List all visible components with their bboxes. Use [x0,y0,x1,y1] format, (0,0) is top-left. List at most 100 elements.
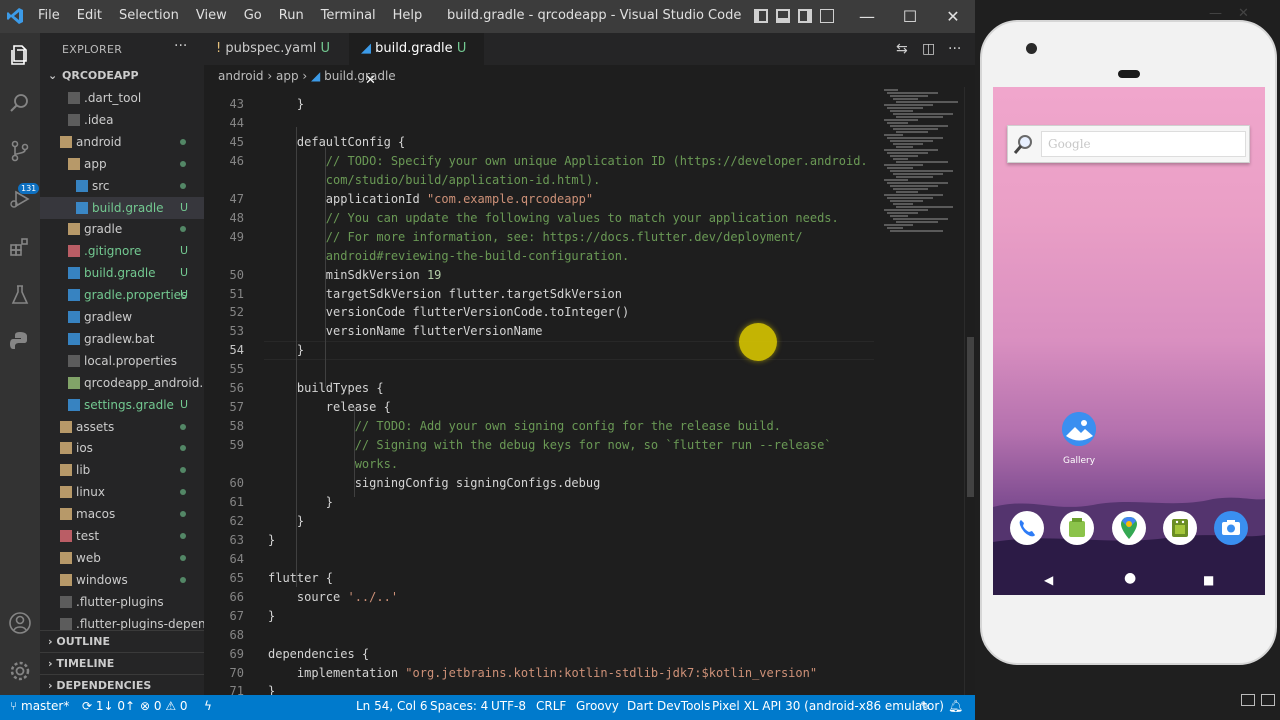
explorer-item[interactable]: linux [40,481,204,503]
breadcrumb-file[interactable]: build.gradle [324,69,396,83]
code-line[interactable]: 50 minSdkVersion 19 [204,266,884,285]
emulator-keyboard-icon[interactable] [1241,694,1255,706]
explorer-item[interactable]: settings.gradle U [40,394,204,416]
indentation[interactable]: Spaces: 4 [430,699,488,713]
explorer-item[interactable]: src [40,175,204,197]
split-editor-icon[interactable]: ◫ [922,41,935,57]
code-line[interactable]: 54 } [204,341,884,361]
feedback-icon[interactable]: ✎ [920,699,930,713]
menu-file[interactable]: File [38,8,60,23]
encoding[interactable]: UTF-8 [491,699,526,713]
more-actions-icon[interactable]: ··· [174,38,187,54]
account-icon[interactable] [8,611,32,635]
search-icon[interactable] [8,91,32,115]
code-line[interactable]: 61 } [204,493,884,512]
timeline-section[interactable]: › TIMELINE [40,652,204,674]
extensions-icon[interactable] [8,235,32,259]
explorer-item[interactable]: local.properties [40,350,204,372]
outline-section[interactable]: › OUTLINE [40,630,204,652]
run-debug-icon[interactable] [8,187,32,211]
source-control-icon[interactable] [8,139,32,163]
python-icon[interactable] [8,329,32,353]
gallery-app-icon[interactable] [1062,412,1096,446]
breadcrumb-android[interactable]: android [218,69,264,83]
code-line[interactable]: 70 implementation "org.jetbrains.kotlin:… [204,664,884,683]
workspace-root[interactable]: ⌄ QRCODEAPP [40,65,204,87]
code-line[interactable]: 52 versionCode flutterVersionCode.toInte… [204,303,884,322]
android-icon[interactable] [1163,511,1197,545]
open-changes-icon[interactable]: ⇆ [896,41,908,57]
dependencies-section[interactable]: › DEPENDENCIES [40,674,204,696]
lightning-icon[interactable]: ϟ [204,699,212,713]
code-line[interactable]: 60 signingConfig signingConfigs.debug [204,474,884,493]
menu-run[interactable]: Run [279,8,304,23]
messages-icon[interactable] [1060,511,1094,545]
explorer-item[interactable]: macos [40,503,204,525]
explorer-item[interactable]: build.gradle U [40,262,204,284]
code-line[interactable]: 51 targetSdkVersion flutter.targetSdkVer… [204,285,884,304]
menu-view[interactable]: View [196,8,227,23]
explorer-item[interactable]: gradle [40,218,204,240]
toggle-secondary-sidebar-icon[interactable] [798,9,812,23]
code-line[interactable]: 58 // TODO: Add your own signing config … [204,417,884,436]
menu-edit[interactable]: Edit [77,8,102,23]
breadcrumb-app[interactable]: app [276,69,299,83]
minimap[interactable] [882,87,964,237]
code-line[interactable]: 47 applicationId "com.example.qrcodeapp" [204,190,884,209]
sync-indicator[interactable]: ⟳ 1↓ 0↑ [82,699,135,713]
code-line[interactable]: 48 // You can update the following value… [204,209,884,228]
code-line[interactable]: 63} [204,531,884,550]
explorer-item[interactable]: .gitignore U [40,240,204,262]
explorer-item[interactable]: gradlew.bat [40,328,204,350]
emulator-close-icon[interactable]: ✕ [1238,6,1249,21]
customize-layout-icon[interactable] [820,9,834,23]
editor-more-icon[interactable]: ··· [948,41,961,57]
menu-help[interactable]: Help [393,8,423,23]
editor-scrollbar[interactable] [964,87,975,695]
menu-terminal[interactable]: Terminal [321,8,376,23]
nav-recents-icon[interactable]: ■ [1203,573,1214,587]
code-line[interactable]: 49 // For more information, see: https:/… [204,228,884,247]
cursor-position[interactable]: Ln 54, Col 6 [356,699,428,713]
search-input[interactable]: Google [1041,131,1246,157]
code-line[interactable]: 55 [204,360,884,379]
device-selector[interactable]: Pixel XL API 30 (android-x86 emulator) [712,699,944,713]
code-line[interactable]: 64 [204,550,884,569]
android-home-screen[interactable]: Google Gallery ◀ ● ■ [993,87,1265,595]
explorer-item[interactable]: lib [40,459,204,481]
nav-back-icon[interactable]: ◀ [1044,573,1053,587]
code-line[interactable]: 43 } [204,95,884,114]
explorer-item[interactable]: web [40,547,204,569]
problems-indicator[interactable]: ⊗ 0 ⚠ 0 [140,699,188,713]
line-ending[interactable]: CRLF [536,699,566,713]
branch-indicator[interactable]: ⑂ master* [10,699,69,713]
code-line[interactable]: 71} [204,682,884,695]
phone-icon[interactable] [1010,511,1044,545]
code-line[interactable]: com/studio/build/application-id.html). [204,171,884,190]
explorer-item[interactable]: windows [40,569,204,591]
explorer-item[interactable]: android [40,131,204,153]
code-line[interactable]: 45 defaultConfig { [204,133,884,152]
code-line[interactable]: 68 [204,626,884,645]
dart-devtools[interactable]: Dart DevTools [627,699,710,713]
scrollbar-thumb[interactable] [967,337,974,497]
code-line[interactable]: 57 release { [204,398,884,417]
menu-go[interactable]: Go [244,8,262,23]
code-line[interactable]: 69 dependencies { [204,645,884,664]
explorer-item[interactable]: .idea [40,109,204,131]
explorer-item[interactable]: qrcodeapp_android.i... [40,372,204,394]
code-line[interactable]: 44 [204,114,884,133]
explorer-item[interactable]: test [40,525,204,547]
language-mode[interactable]: Groovy [576,699,619,713]
menu-selection[interactable]: Selection [119,8,179,23]
explorer-item[interactable]: gradle.properties U [40,284,204,306]
explorer-icon[interactable] [8,43,32,67]
code-line[interactable]: works. [204,455,884,474]
emulator-minimize-icon[interactable]: — [1209,6,1222,21]
maps-icon[interactable] [1112,511,1146,545]
explorer-item[interactable]: build.gradle U [40,196,204,219]
notifications-bell-icon[interactable]: 🔔︎ [948,699,963,713]
code-line[interactable]: 65 flutter { [204,569,884,588]
code-editor[interactable]: 43 } 44 45 defaultConfig {46 // TODO: Spec… [204,87,975,695]
code-line[interactable]: 66 source '../..' [204,588,884,607]
